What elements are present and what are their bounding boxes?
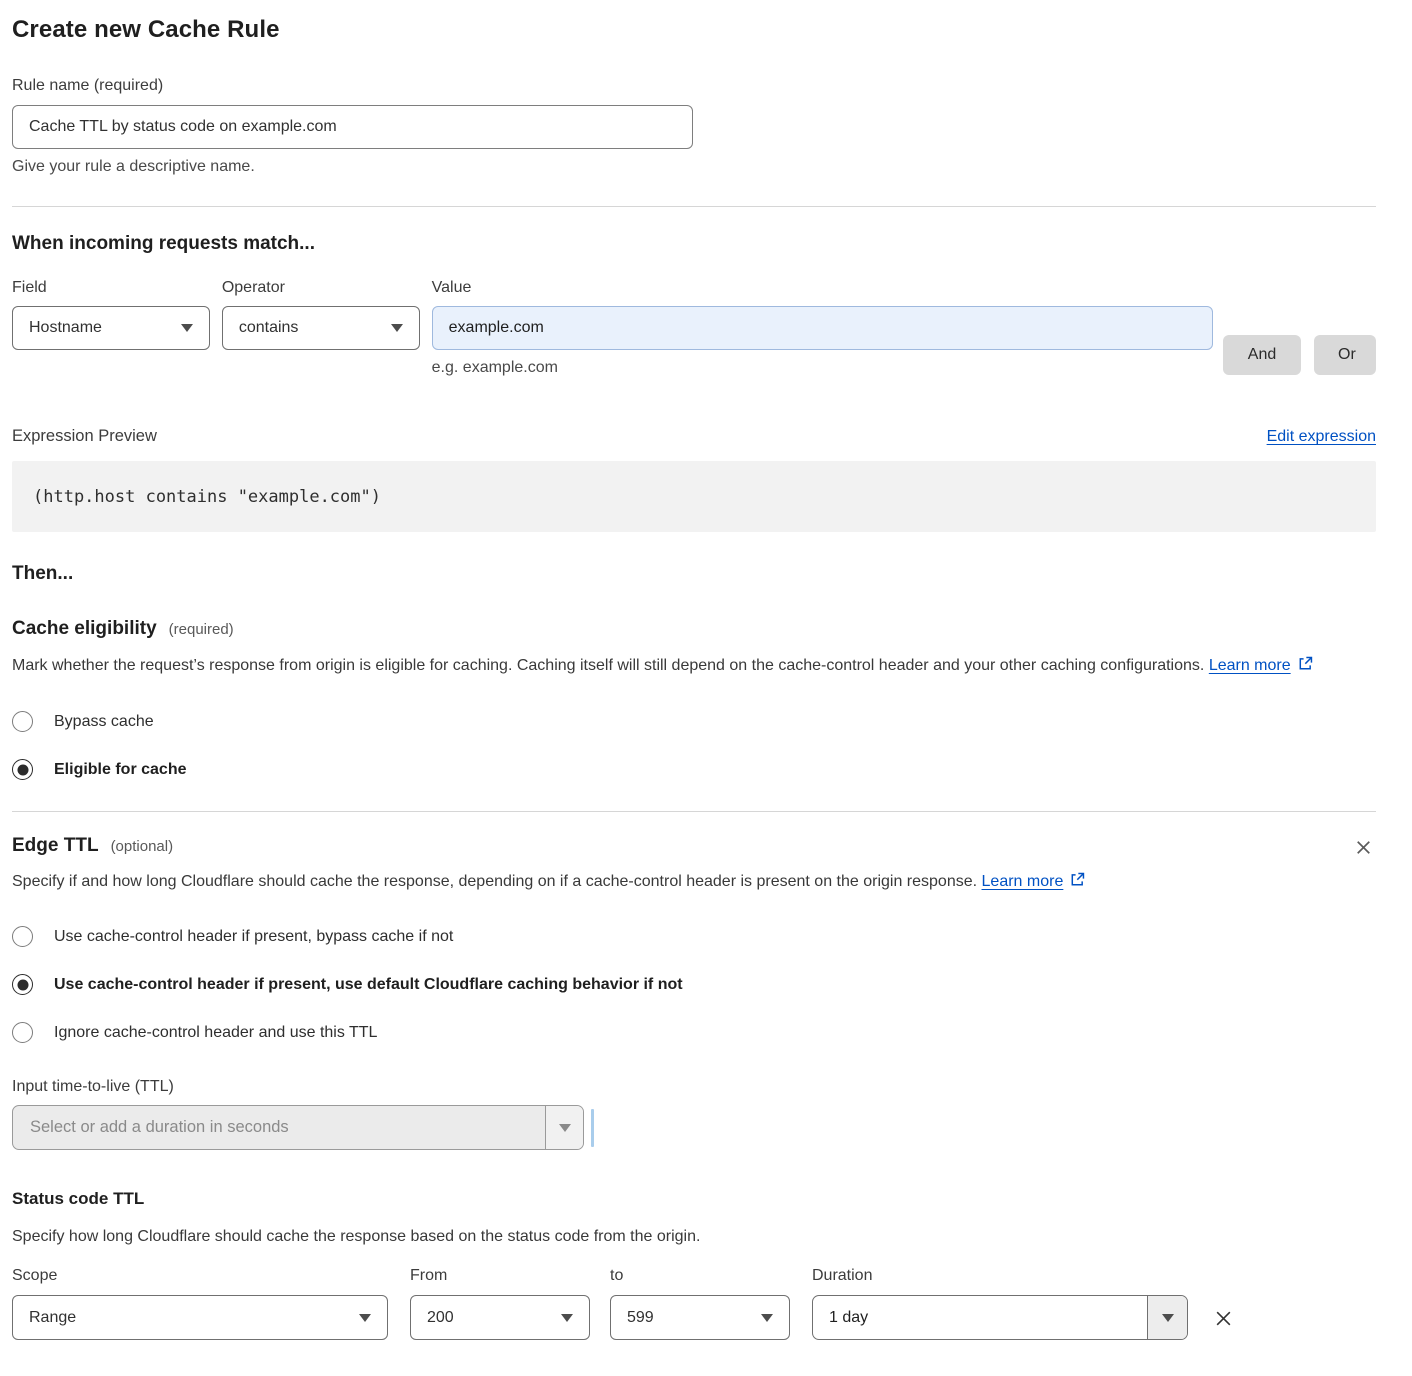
chevron-down-icon [181,324,193,332]
text-cursor [591,1109,594,1147]
chevron-down-icon [559,1124,571,1132]
scope-select[interactable]: Range [12,1295,388,1340]
chevron-down-icon [561,1314,573,1322]
chevron-down-icon [391,324,403,332]
divider [12,206,1376,207]
rule-name-helper: Give your rule a descriptive name. [12,158,1376,176]
learn-more-link[interactable]: Learn more [982,873,1064,890]
divider [12,811,1376,812]
from-label: From [410,1267,590,1285]
operator-label: Operator [222,279,420,297]
from-select[interactable]: 200 [410,1295,590,1340]
expression-code-block: (http.host contains "example.com") [12,461,1376,532]
chevron-down-icon [761,1314,773,1322]
edge-ttl-optional-tag: (optional) [111,838,174,855]
cache-eligibility-heading: Cache eligibility [12,618,157,640]
duration-select[interactable]: 1 day [812,1295,1188,1340]
field-select-value: Hostname [29,319,102,337]
edge-ttl-close-button[interactable] [1351,835,1376,860]
chevron-down-icon [1162,1314,1174,1322]
scope-label: Scope [12,1267,388,1285]
edge-ttl-option-bypass-radio[interactable]: Use cache-control header if present, byp… [12,926,1376,947]
edge-ttl-description: Specify if and how long Cloudflare shoul… [12,868,1122,898]
from-select-value: 200 [427,1309,454,1327]
expression-preview-label: Expression Preview [12,427,157,446]
value-input[interactable] [432,306,1213,350]
close-icon [1353,846,1374,861]
value-helper: e.g. example.com [432,359,1213,377]
ttl-duration-select[interactable]: Select or add a duration in seconds [12,1105,584,1150]
value-label: Value [432,279,1213,297]
rule-name-label: Rule name (required) [12,77,163,94]
to-label: to [610,1267,790,1285]
expression-code: (http.host contains "example.com") [33,487,381,507]
cache-eligibility-description: Mark whether the request’s response from… [12,652,1357,682]
cache-eligibility-required-tag: (required) [169,621,234,638]
status-code-ttl-heading: Status code TTL [12,1189,1376,1209]
or-button[interactable]: Or [1314,335,1376,375]
learn-more-link[interactable]: Learn more [1209,657,1291,674]
ttl-input-label: Input time-to-live (TTL) [12,1078,174,1095]
to-select-value: 599 [627,1309,654,1327]
radio-checked-icon [12,759,33,780]
and-button[interactable]: And [1223,335,1301,375]
edit-expression-link[interactable]: Edit expression [1267,428,1376,446]
duration-dropdown-button[interactable] [1147,1296,1187,1339]
bypass-cache-radio[interactable]: Bypass cache [12,711,1376,732]
radio-icon [12,1022,33,1043]
field-label: Field [12,279,210,297]
chevron-down-icon [359,1314,371,1322]
edge-ttl-heading: Edge TTL [12,835,99,857]
radio-checked-icon [12,974,33,995]
radio-icon [12,926,33,947]
operator-select[interactable]: contains [222,306,420,350]
match-row: Field Hostname Operator contains Value e… [12,279,1376,377]
rule-name-input[interactable] [12,105,693,149]
match-heading: When incoming requests match... [12,233,1376,255]
page-title: Create new Cache Rule [12,16,1376,44]
scope-select-value: Range [29,1309,76,1327]
close-icon [1212,1318,1235,1333]
external-link-icon [1069,870,1086,898]
eligible-for-cache-radio[interactable]: Eligible for cache [12,759,1376,780]
edge-ttl-option-default-radio[interactable]: Use cache-control header if present, use… [12,974,1376,995]
ttl-duration-dropdown-button[interactable] [545,1106,583,1149]
create-cache-rule-form: Create new Cache Rule Rule name (require… [0,0,1412,1340]
delete-status-code-row-button[interactable] [1210,1305,1237,1332]
duration-select-value: 1 day [813,1296,1147,1339]
field-select[interactable]: Hostname [12,306,210,350]
edge-ttl-option-ignore-radio[interactable]: Ignore cache-control header and use this… [12,1022,1376,1043]
status-code-ttl-row: Scope Range From 200 to 599 [12,1267,1376,1340]
to-select[interactable]: 599 [610,1295,790,1340]
radio-icon [12,711,33,732]
status-code-ttl-description: Specify how long Cloudflare should cache… [12,1223,1376,1251]
duration-label: Duration [812,1267,1188,1285]
ttl-duration-placeholder: Select or add a duration in seconds [13,1106,545,1149]
operator-select-value: contains [239,319,299,337]
then-heading: Then... [12,563,1376,585]
external-link-icon [1297,654,1314,682]
